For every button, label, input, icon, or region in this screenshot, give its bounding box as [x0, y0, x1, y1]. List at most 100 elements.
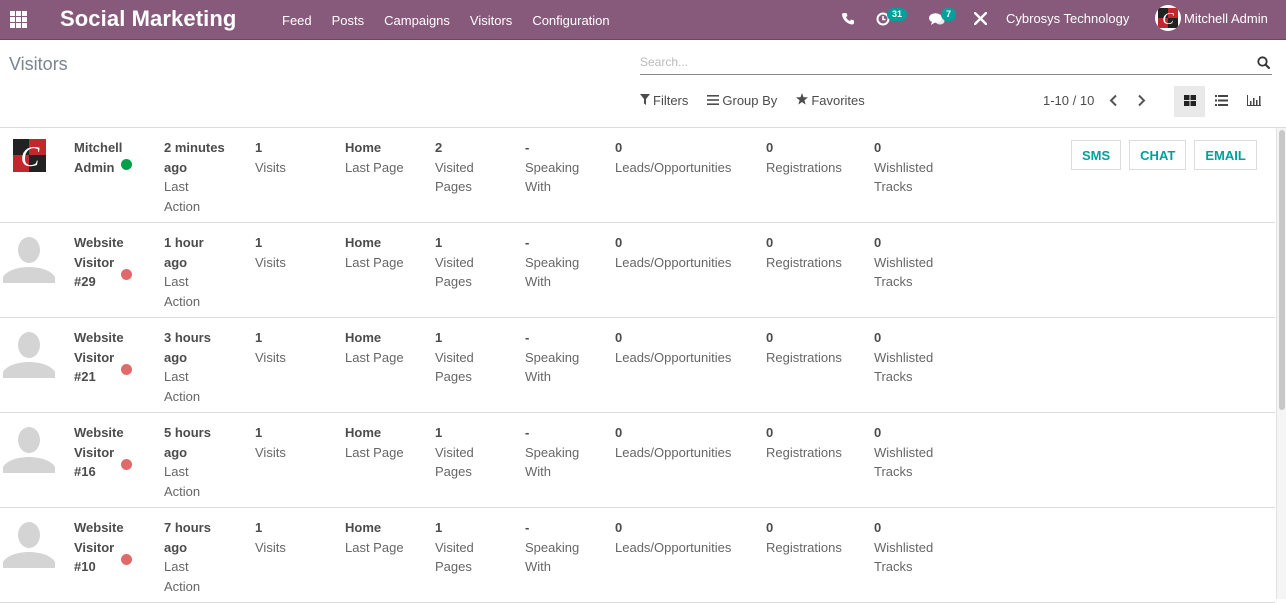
- visitor-name: Mitchell Admin: [74, 138, 122, 177]
- last-page-label: Last Page: [345, 349, 404, 365]
- visits-label: Visits: [255, 254, 286, 270]
- visited-pages-value: 1: [435, 235, 443, 250]
- visits-label: Visits: [255, 159, 286, 175]
- wishlisted-tracks: 0 Wishlisted Tracks: [874, 328, 933, 387]
- visits-label: Visits: [255, 539, 286, 555]
- view-switcher: [1174, 86, 1270, 117]
- speaking-with: - Speaking With: [525, 518, 579, 577]
- email-button[interactable]: EMAIL: [1194, 140, 1257, 170]
- pager-value[interactable]: 1-10 / 10: [1043, 93, 1094, 108]
- wishlisted-tracks-label: Tracks: [874, 274, 913, 289]
- graph-view-button[interactable]: [1238, 86, 1269, 117]
- last-page-label: Last Page: [345, 159, 404, 175]
- kanban-icon: [1183, 93, 1196, 111]
- list-view-button[interactable]: [1206, 86, 1237, 117]
- speaking-with-label: Speaking: [525, 254, 580, 270]
- visitor-name-line: Website: [74, 330, 124, 345]
- menu-visitors[interactable]: Visitors: [470, 13, 512, 28]
- visited-pages: 1 Visited Pages: [435, 328, 474, 387]
- registrations-value: 0: [766, 520, 774, 535]
- last-action: 1 hour ago Last Action: [164, 233, 204, 311]
- chat-button[interactable]: CHAT: [1129, 140, 1187, 170]
- last-action-label: Last: [164, 274, 189, 289]
- last-action-label: Action: [164, 293, 201, 309]
- wishlisted-tracks: 0 Wishlisted Tracks: [874, 518, 933, 577]
- visited-pages: 1 Visited Pages: [435, 518, 474, 577]
- visited-pages-label: Pages: [435, 179, 472, 194]
- registrations: 0 Registrations: [766, 328, 842, 367]
- menu-campaigns[interactable]: Campaigns: [384, 13, 450, 28]
- search-icon[interactable]: [1257, 56, 1270, 74]
- visitor-card[interactable]: Website Visitor #21 3 hours ago Last Action 1 Vi…: [0, 318, 1275, 413]
- registrations-value: 0: [766, 140, 774, 155]
- menu-posts[interactable]: Posts: [332, 13, 365, 28]
- wishlisted-tracks-label: Wishlisted: [874, 159, 934, 175]
- scrollbar-thumb[interactable]: [1279, 130, 1285, 410]
- last-page: Home Last Page: [345, 423, 404, 462]
- search-input[interactable]: [640, 52, 1240, 69]
- vertical-scrollbar[interactable]: [1276, 128, 1286, 599]
- wishlisted-tracks-value: 0: [874, 520, 882, 535]
- last-action-value: ago: [164, 254, 188, 270]
- visitor-card[interactable]: Website Visitor #29 1 hour ago Last Action 1 Vis…: [0, 223, 1275, 318]
- visits: 1 Visits: [255, 233, 286, 272]
- main-menu: Feed Posts Campaigns Visitors Configurat…: [282, 0, 630, 40]
- company-logo-avatar: C: [12, 138, 48, 174]
- offline-status-dot: [121, 364, 132, 375]
- visits: 1 Visits: [255, 138, 286, 177]
- last-page-value: Home: [345, 520, 382, 535]
- sms-button[interactable]: SMS: [1071, 140, 1122, 170]
- speaking-with-value: -: [525, 330, 530, 345]
- leads-opportunities-value: 0: [615, 140, 623, 155]
- visitor-card[interactable]: Website Visitor #16 5 hours ago Last Action 1 Vi…: [0, 413, 1275, 508]
- filters-button[interactable]: Filters: [640, 93, 688, 108]
- visitor-card[interactable]: C Mitchell Admin 2 minutes ago Last Action 1 Vi…: [0, 128, 1275, 223]
- visited-pages: 2 Visited Pages: [435, 138, 474, 197]
- pager-next-icon[interactable]: [1137, 94, 1146, 112]
- leads-opportunities-label: Leads/Opportunities: [615, 159, 732, 175]
- leads-opportunities: 0 Leads/Opportunities: [615, 328, 731, 367]
- menu-feed[interactable]: Feed: [282, 13, 312, 28]
- wishlisted-tracks-value: 0: [874, 425, 882, 440]
- wishlisted-tracks-label: Tracks: [874, 179, 913, 194]
- registrations-label: Registrations: [766, 254, 842, 270]
- leads-opportunities-value: 0: [615, 330, 623, 345]
- visits-label: Visits: [255, 444, 286, 460]
- visits-label: Visits: [255, 349, 286, 365]
- pager-previous-icon[interactable]: [1109, 94, 1118, 112]
- last-action: 5 hours ago Last Action: [164, 423, 211, 501]
- offline-status-dot: [121, 459, 132, 470]
- user-menu[interactable]: C Mitchell Admin: [1155, 5, 1268, 31]
- speaking-with-label: With: [525, 369, 551, 384]
- visits-value: 1: [255, 330, 263, 345]
- last-action-label: Last: [164, 179, 189, 194]
- last-page: Home Last Page: [345, 138, 404, 177]
- search-options: Filters Group By Favorites: [640, 93, 884, 108]
- placeholder-avatar-icon: [3, 231, 55, 283]
- list-icon: [1215, 93, 1228, 111]
- group-by-button[interactable]: Group By: [707, 93, 777, 108]
- visitor-name: Website Visitor #29: [74, 233, 124, 292]
- apps-menu-icon[interactable]: [10, 11, 27, 28]
- last-action-value: ago: [164, 539, 188, 555]
- company-switcher[interactable]: Cybrosys Technology: [1006, 11, 1129, 26]
- offline-status-dot: [121, 554, 132, 565]
- visited-pages-label: Visited: [435, 444, 474, 460]
- favorites-button[interactable]: Favorites: [796, 93, 865, 108]
- user-avatar: C: [1155, 5, 1181, 31]
- top-navbar: Social Marketing Feed Posts Campaigns Vi…: [0, 0, 1286, 40]
- last-action-label: Last: [164, 369, 189, 384]
- wishlisted-tracks-label: Wishlisted: [874, 349, 934, 365]
- page-title: Visitors: [9, 54, 68, 74]
- debug-tools-icon[interactable]: [973, 11, 988, 30]
- last-action: 2 minutes ago Last Action: [164, 138, 225, 216]
- wishlisted-tracks-label: Wishlisted: [874, 539, 934, 555]
- last-action-value: ago: [164, 349, 188, 365]
- visitor-name-line: #29: [74, 274, 96, 289]
- kanban-view-button[interactable]: [1174, 86, 1205, 117]
- phone-icon[interactable]: [842, 12, 854, 30]
- visited-pages-label: Visited: [435, 254, 474, 270]
- menu-configuration[interactable]: Configuration: [532, 13, 609, 28]
- group-by-label: Group By: [722, 93, 778, 108]
- visitor-card[interactable]: Website Visitor #10 7 hours ago Last Action 1 Vi…: [0, 508, 1275, 603]
